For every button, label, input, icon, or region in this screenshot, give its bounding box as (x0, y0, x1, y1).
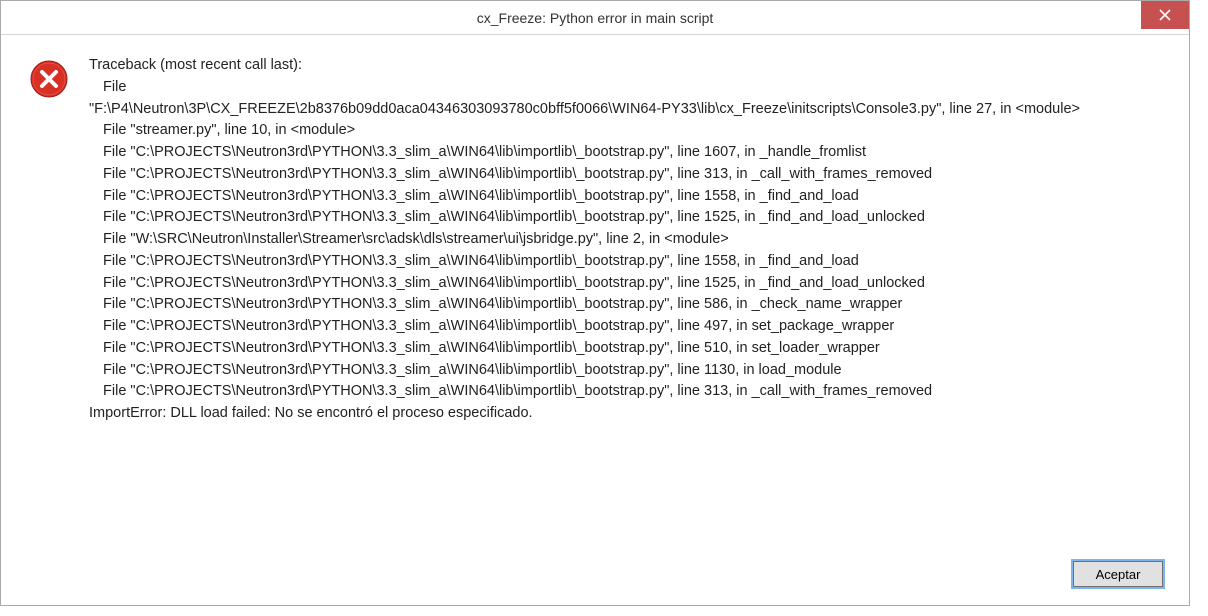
content-area: Traceback (most recent call last): File … (1, 35, 1189, 547)
traceback-line: File (89, 77, 1161, 99)
traceback-line: File "C:\PROJECTS\Neutron3rd\PYTHON\3.3_… (89, 338, 1161, 360)
traceback-line: File "C:\PROJECTS\Neutron3rd\PYTHON\3.3_… (89, 207, 1161, 229)
titlebar: cx_Freeze: Python error in main script (1, 1, 1189, 35)
traceback-line: File "C:\PROJECTS\Neutron3rd\PYTHON\3.3_… (89, 360, 1161, 382)
traceback-header: Traceback (most recent call last): (89, 55, 1161, 77)
traceback-line: File "C:\PROJECTS\Neutron3rd\PYTHON\3.3_… (89, 142, 1161, 164)
close-button[interactable] (1141, 1, 1189, 29)
error-icon (29, 59, 69, 99)
traceback-line: File "C:\PROJECTS\Neutron3rd\PYTHON\3.3_… (89, 381, 1161, 403)
traceback-line: File "streamer.py", line 10, in <module> (89, 120, 1161, 142)
traceback-line: File "C:\PROJECTS\Neutron3rd\PYTHON\3.3_… (89, 164, 1161, 186)
close-icon (1159, 9, 1171, 21)
traceback-error: ImportError: DLL load failed: No se enco… (89, 403, 1161, 425)
traceback-line: File "C:\PROJECTS\Neutron3rd\PYTHON\3.3_… (89, 316, 1161, 338)
message-text: Traceback (most recent call last): File … (89, 55, 1161, 425)
traceback-line: File "C:\PROJECTS\Neutron3rd\PYTHON\3.3_… (89, 251, 1161, 273)
accept-button[interactable]: Aceptar (1073, 561, 1163, 587)
traceback-line: File "C:\PROJECTS\Neutron3rd\PYTHON\3.3_… (89, 294, 1161, 316)
traceback-line: File "C:\PROJECTS\Neutron3rd\PYTHON\3.3_… (89, 273, 1161, 295)
dialog-window: cx_Freeze: Python error in main script T… (0, 0, 1190, 606)
window-title: cx_Freeze: Python error in main script (1, 10, 1189, 26)
traceback-line: File "C:\PROJECTS\Neutron3rd\PYTHON\3.3_… (89, 186, 1161, 208)
traceback-line: File "W:\SRC\Neutron\Installer\Streamer\… (89, 229, 1161, 251)
icon-column (29, 55, 89, 104)
button-bar: Aceptar (1, 547, 1189, 605)
traceback-line: "F:\P4\Neutron\3P\CX_FREEZE\2b8376b09dd0… (89, 99, 1161, 121)
